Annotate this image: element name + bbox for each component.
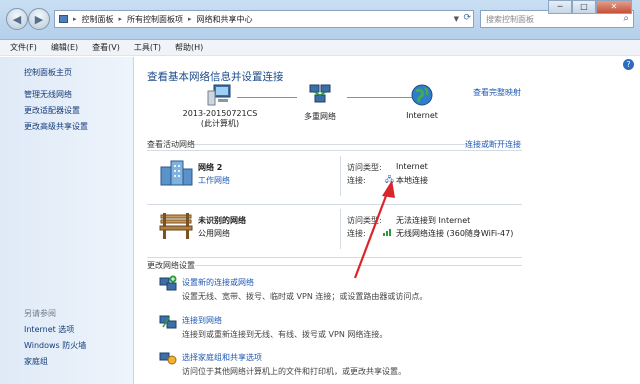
minimize-button[interactable]: ─ bbox=[548, 0, 572, 14]
homegroup-icon bbox=[159, 352, 177, 365]
breadcrumb-all-items[interactable]: 所有控制面板项 bbox=[127, 14, 183, 25]
connect-to-network-link[interactable]: 连接到网络 bbox=[182, 315, 222, 326]
network-2-name: 未识别的网络 bbox=[198, 216, 246, 225]
map-internet[interactable]: Internet bbox=[397, 83, 447, 120]
map-multi-network[interactable]: 多重网络 bbox=[290, 83, 350, 122]
divider bbox=[340, 156, 341, 196]
homegroup-sharing-link[interactable]: 选择家庭组和共享选项 bbox=[182, 352, 262, 363]
network-icon bbox=[309, 84, 331, 103]
control-panel-home-link[interactable]: 控制面板主页 bbox=[24, 67, 72, 78]
divider bbox=[340, 209, 341, 249]
see-also-internet-options[interactable]: Internet 选项 bbox=[24, 324, 74, 335]
title-bar: ◀ ▶ ▸ 控制面板 ▸ 所有控制面板项 ▸ 网络和共享中心 ▼ ⟳ 搜索控制面… bbox=[0, 0, 640, 40]
divider bbox=[195, 144, 470, 145]
map-computer[interactable]: 2013-20150721CS (此计算机) bbox=[170, 83, 270, 129]
see-also-title: 另请参阅 bbox=[24, 309, 56, 318]
setup-new-connection-link[interactable]: 设置新的连接或网络 bbox=[182, 277, 254, 288]
network-2-access-label: 访问类型: bbox=[347, 216, 382, 225]
help-icon[interactable]: ? bbox=[623, 59, 634, 70]
network-2-type: 公用网络 bbox=[198, 229, 230, 238]
network-1-name: 网络 2 bbox=[198, 163, 223, 172]
divider bbox=[195, 265, 522, 266]
divider bbox=[147, 204, 522, 205]
bench-icon bbox=[159, 213, 193, 239]
homegroup-sharing-desc: 访问位于其他网络计算机上的文件和打印机，或更改共享设置。 bbox=[182, 367, 406, 376]
work-network-icon bbox=[160, 160, 193, 186]
network-1-access-value: Internet bbox=[396, 162, 428, 171]
see-also-firewall[interactable]: Windows 防火墙 bbox=[24, 340, 86, 351]
menu-tools[interactable]: 工具(T) bbox=[134, 42, 161, 53]
active-networks-title: 查看活动网络 bbox=[147, 140, 195, 149]
forward-arrow-icon: ▶ bbox=[34, 12, 44, 26]
divider bbox=[147, 150, 522, 151]
page-title: 查看基本网络信息并设置连接 bbox=[147, 71, 284, 83]
network-2-connection-link[interactable]: 无线网络连接 (360随身WiFi-47) bbox=[396, 228, 513, 239]
control-panel-icon bbox=[59, 15, 68, 23]
map-line-1 bbox=[237, 97, 297, 98]
close-button[interactable]: ✕ bbox=[596, 0, 632, 14]
address-bar[interactable]: ▸ 控制面板 ▸ 所有控制面板项 ▸ 网络和共享中心 ▼ ⟳ bbox=[54, 10, 474, 28]
computer-sub: (此计算机) bbox=[200, 119, 240, 128]
new-connection-icon bbox=[159, 275, 177, 291]
network-1-connection-link[interactable]: 本地连接 bbox=[396, 175, 428, 186]
network-2-connection-label: 连接: bbox=[347, 229, 366, 238]
wifi-signal-icon bbox=[383, 229, 391, 236]
refresh-icon[interactable]: ⟳ bbox=[463, 13, 471, 23]
main-pane: ? 查看基本网络信息并设置连接 查看完整映射 2013-20150721CS (… bbox=[135, 57, 640, 384]
internet-label: Internet bbox=[406, 111, 438, 120]
address-dropdown-icon[interactable]: ▼ bbox=[454, 15, 459, 23]
computer-name: 2013-20150721CS bbox=[182, 109, 258, 118]
window-controls: ─ □ ✕ bbox=[548, 0, 632, 14]
breadcrumb-control-panel[interactable]: 控制面板 bbox=[82, 14, 114, 25]
maximize-button[interactable]: □ bbox=[572, 0, 596, 14]
globe-icon bbox=[411, 84, 433, 106]
see-also-homegroup[interactable]: 家庭组 bbox=[24, 356, 48, 367]
left-pane: 控制面板主页 管理无线网络 更改适配器设置 更改高级共享设置 另请参阅 Inte… bbox=[0, 57, 134, 384]
breadcrumb-chevron-icon: ▸ bbox=[73, 15, 77, 23]
breadcrumb-chevron-icon: ▸ bbox=[118, 15, 123, 23]
task-manage-wireless[interactable]: 管理无线网络 bbox=[24, 89, 72, 100]
search-placeholder: 搜索控制面板 bbox=[486, 14, 534, 24]
back-button[interactable]: ◀ bbox=[6, 8, 28, 30]
connect-to-network-desc: 连接到或重新连接到无线、有线、拨号或 VPN 网络连接。 bbox=[182, 330, 388, 339]
network-2-access-value: 无法连接到 Internet bbox=[396, 216, 471, 225]
task-change-adapter[interactable]: 更改适配器设置 bbox=[24, 105, 80, 116]
menu-bar: 文件(F) 编辑(E) 查看(V) 工具(T) 帮助(H) bbox=[0, 40, 640, 56]
change-settings-title: 更改网络设置 bbox=[147, 261, 195, 270]
task-advanced-sharing[interactable]: 更改高级共享设置 bbox=[24, 121, 88, 132]
menu-help[interactable]: 帮助(H) bbox=[175, 42, 203, 53]
multi-network-label: 多重网络 bbox=[304, 112, 336, 121]
ethernet-icon: 🖧 bbox=[385, 175, 394, 184]
network-1-access-label: 访问类型: bbox=[347, 163, 382, 172]
forward-button[interactable]: ▶ bbox=[28, 8, 50, 30]
menu-file[interactable]: 文件(F) bbox=[10, 42, 37, 53]
breadcrumb-network-center[interactable]: 网络和共享中心 bbox=[197, 14, 253, 25]
menu-edit[interactable]: 编辑(E) bbox=[51, 42, 78, 53]
connect-disconnect-link[interactable]: 连接或断开连接 bbox=[465, 139, 521, 150]
search-icon[interactable]: ⌕ bbox=[623, 13, 629, 24]
breadcrumb-chevron-icon: ▸ bbox=[188, 15, 192, 23]
divider bbox=[147, 257, 522, 258]
connect-network-icon bbox=[159, 315, 177, 329]
full-map-link[interactable]: 查看完整映射 bbox=[473, 87, 521, 98]
network-1-connection-label: 连接: bbox=[347, 176, 366, 185]
setup-new-connection-desc: 设置无线、宽带、拨号、临时或 VPN 连接；或设置路由器或访问点。 bbox=[182, 292, 428, 301]
back-arrow-icon: ◀ bbox=[12, 12, 22, 26]
menu-view[interactable]: 查看(V) bbox=[92, 42, 120, 53]
computer-icon bbox=[207, 84, 231, 106]
network-1-type-link[interactable]: 工作网络 bbox=[198, 175, 230, 186]
